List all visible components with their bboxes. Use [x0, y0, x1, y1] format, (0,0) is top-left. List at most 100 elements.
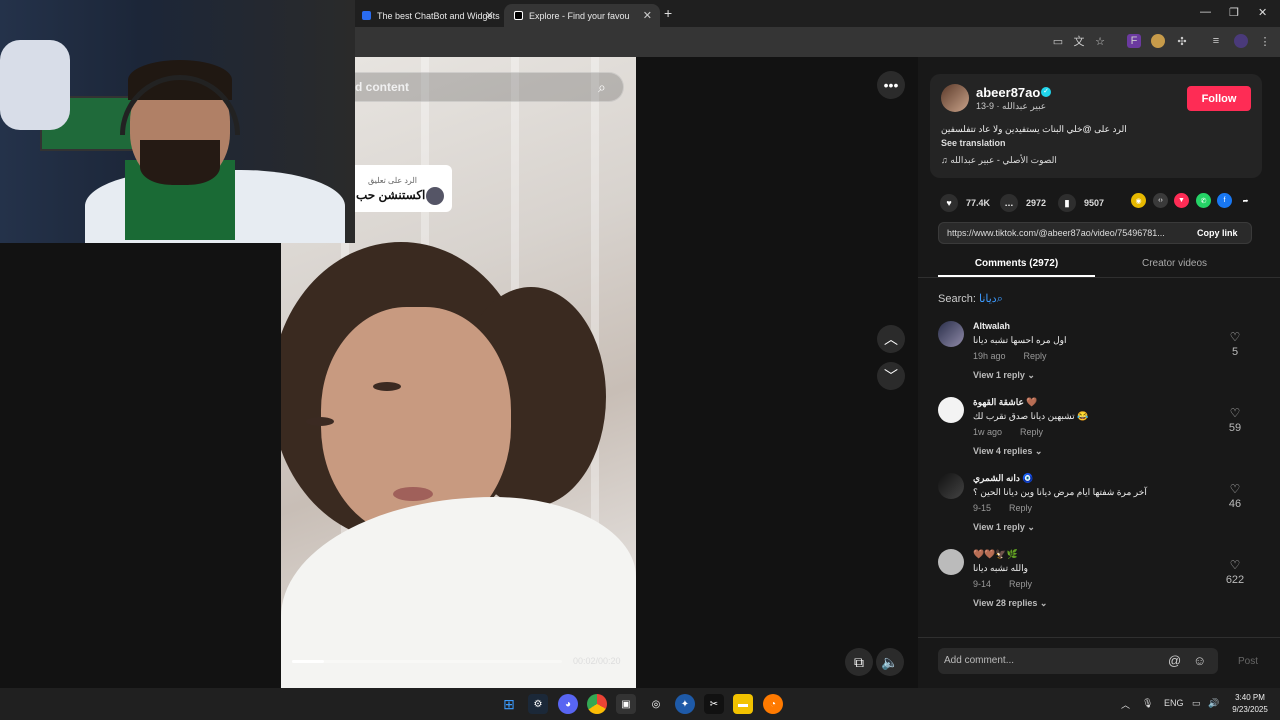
- commenter-avatar[interactable]: [938, 473, 964, 499]
- profile-avatar[interactable]: [1234, 34, 1248, 48]
- comment-like[interactable]: ♡ 46: [1220, 482, 1250, 510]
- windows-start-icon[interactable]: ⊞: [499, 694, 519, 714]
- video-caption: الرد على @خلي البنات يستفيدين ولا عاد تت…: [941, 124, 1127, 134]
- commenter-avatar[interactable]: [938, 549, 964, 575]
- comment-item: Altwalah اول مره احسها تشبه ديانا 19h ag…: [938, 321, 1258, 391]
- picture-in-picture-icon[interactable]: ⧉: [845, 648, 873, 676]
- reading-list-icon[interactable]: ≡: [1209, 34, 1223, 48]
- save-count: 9507: [1084, 198, 1105, 208]
- post-button[interactable]: Post: [1238, 656, 1258, 667]
- view-replies-button[interactable]: View 4 replies ⌄: [973, 446, 1042, 457]
- language-indicator[interactable]: ENG: [1164, 698, 1184, 708]
- comment-item: دانه الشمري 🧿 آخر مرة شفتها ايام مرض ديا…: [938, 473, 1258, 543]
- tab-favicon-icon: [362, 11, 371, 20]
- mention-icon[interactable]: @: [1168, 653, 1181, 668]
- comment-like[interactable]: ♡ 59: [1220, 406, 1250, 434]
- app-icon[interactable]: ▣: [616, 694, 636, 714]
- close-window-icon[interactable]: ✕: [1258, 6, 1267, 19]
- embed-code-icon[interactable]: ‹›: [1153, 193, 1168, 208]
- comment-like[interactable]: ♡ 5: [1220, 330, 1250, 358]
- commenter-name[interactable]: Altwalah: [973, 321, 1010, 331]
- app-icon[interactable]: ✦: [675, 694, 695, 714]
- more-options-icon[interactable]: •••: [877, 71, 905, 99]
- view-replies-button[interactable]: View 1 reply ⌄: [973, 370, 1035, 381]
- facebook-icon[interactable]: f: [1217, 193, 1232, 208]
- author-avatar[interactable]: [941, 84, 969, 112]
- chrome-icon[interactable]: [587, 694, 607, 714]
- heart-outline-icon: ♡: [1229, 558, 1241, 572]
- cast-icon[interactable]: ▭: [1051, 34, 1065, 48]
- comment-search-term[interactable]: ديانا: [979, 293, 997, 305]
- app-icon[interactable]: ◎: [646, 694, 666, 714]
- file-explorer-icon[interactable]: ▬: [733, 694, 753, 714]
- previous-video-chevron-up-icon[interactable]: ︿: [877, 325, 905, 353]
- comment-like[interactable]: ♡ 622: [1220, 558, 1250, 586]
- see-translation-link[interactable]: See translation: [941, 138, 1006, 148]
- commenter-name[interactable]: دانه الشمري 🧿: [973, 473, 1034, 484]
- save-stat[interactable]: ▮ 9507: [1058, 194, 1104, 212]
- commenter-avatar[interactable]: [938, 397, 964, 423]
- comment-search-label: Search:: [938, 293, 976, 305]
- extensions-puzzle-icon[interactable]: ✣: [1175, 34, 1189, 48]
- tab-comments[interactable]: Comments (2972): [938, 258, 1095, 269]
- bookmark-star-icon[interactable]: ☆: [1093, 34, 1107, 48]
- search-icon[interactable]: ⌕: [598, 79, 606, 96]
- capcut-icon[interactable]: ✂: [704, 694, 724, 714]
- chevron-down-icon: ⌄: [1039, 598, 1048, 608]
- view-replies-button[interactable]: View 28 replies ⌄: [973, 598, 1047, 609]
- eye-shape: [373, 382, 401, 391]
- speaker-icon[interactable]: 🔊: [1208, 698, 1219, 709]
- discord-icon[interactable]: ◕: [558, 694, 578, 714]
- close-tab-icon[interactable]: ✕: [643, 9, 652, 22]
- extension-icon[interactable]: F: [1127, 34, 1141, 48]
- menu-kebab-icon[interactable]: ⋮: [1258, 34, 1272, 48]
- translate-icon[interactable]: 文: [1072, 34, 1086, 48]
- tray-overflow-icon[interactable]: ︿: [1121, 698, 1130, 711]
- minimize-icon[interactable]: —: [1200, 6, 1211, 18]
- commenter-name[interactable]: 🤎🤎🦅🌿: [973, 549, 1018, 560]
- view-replies-label: View 1 reply: [973, 370, 1025, 380]
- tiktok-favicon-icon: [514, 11, 523, 20]
- comment-search-suggestion[interactable]: Search: ديانا⌕: [938, 292, 1003, 306]
- close-tab-icon[interactable]: ✕: [485, 9, 494, 22]
- commenter-avatar[interactable]: [938, 321, 964, 347]
- search-input[interactable]: d content: [355, 80, 409, 94]
- share-arrow-icon[interactable]: ➦: [1238, 193, 1253, 208]
- follow-button[interactable]: Follow: [1187, 86, 1251, 111]
- music-line[interactable]: ♫ الصوت الأصلي - عبير عبدالله: [941, 155, 1057, 166]
- coin-share-icon[interactable]: ◉: [1131, 193, 1146, 208]
- video-progress-track[interactable]: [292, 660, 562, 663]
- comment-stat[interactable]: … 2972: [1000, 194, 1046, 212]
- reply-button[interactable]: Reply: [1009, 579, 1032, 589]
- firefox-icon[interactable]: ◔: [763, 694, 783, 714]
- system-clock[interactable]: 3:40 PM 9/23/2025: [1224, 692, 1276, 716]
- browser-tab[interactable]: The best ChatBot and Widgets ✕: [352, 4, 502, 27]
- browser-tab-active[interactable]: Explore - Find your favourite ✕: [504, 4, 660, 27]
- next-video-chevron-down-icon[interactable]: ﹀: [877, 362, 905, 390]
- copy-link-button[interactable]: Copy link: [1197, 228, 1238, 238]
- heart-icon: ♥: [940, 194, 958, 212]
- tab-creator-videos[interactable]: Creator videos: [1096, 258, 1253, 269]
- restore-icon[interactable]: ❐: [1229, 6, 1239, 19]
- commenter-name[interactable]: عاشقة القهوة 🤎: [973, 397, 1038, 408]
- send-to-friends-icon[interactable]: ▼: [1174, 193, 1189, 208]
- whatsapp-icon[interactable]: ✆: [1196, 193, 1211, 208]
- verified-badge-icon: ✓: [1041, 87, 1051, 97]
- reply-button[interactable]: Reply: [1024, 351, 1047, 361]
- reply-button[interactable]: Reply: [1020, 427, 1043, 437]
- eye-shape: [306, 417, 334, 426]
- beard-shape: [140, 140, 220, 185]
- emoji-icon[interactable]: ☺: [1193, 653, 1206, 668]
- steam-icon[interactable]: ⚙: [528, 694, 548, 714]
- volume-icon[interactable]: 🔈: [876, 648, 904, 676]
- author-username[interactable]: abeer87ao: [976, 85, 1040, 100]
- new-tab-icon[interactable]: +: [664, 5, 672, 21]
- microphone-icon[interactable]: 🎙: [1142, 698, 1153, 709]
- reply-button[interactable]: Reply: [1009, 503, 1032, 513]
- view-replies-button[interactable]: View 1 reply ⌄: [973, 522, 1035, 533]
- extension-icon[interactable]: [1151, 34, 1165, 48]
- comment-bubble-icon: …: [1000, 194, 1018, 212]
- network-icon[interactable]: ▭: [1192, 698, 1201, 709]
- like-stat[interactable]: ♥ 77.4K: [940, 194, 990, 212]
- music-note-icon: ♫: [941, 155, 948, 165]
